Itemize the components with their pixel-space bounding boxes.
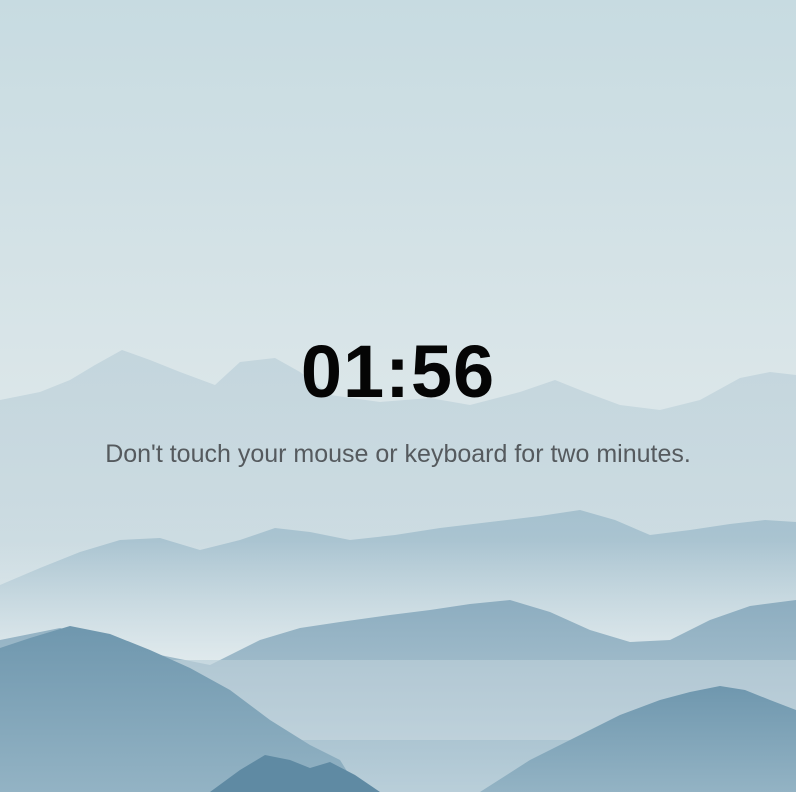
countdown-timer: 01:56	[300, 330, 496, 413]
idle-instruction-message: Don't touch your mouse or keyboard for t…	[105, 440, 691, 468]
